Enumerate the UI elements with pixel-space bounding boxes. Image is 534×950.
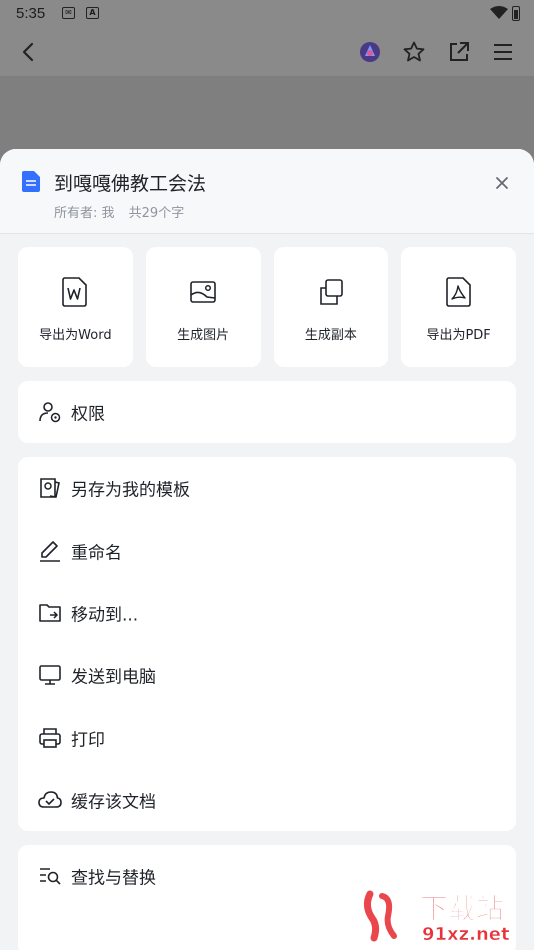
app-bar [0, 28, 534, 77]
tile-label: 导出为PDF [426, 328, 491, 343]
status-time: 5:35 [16, 5, 46, 22]
send-to-computer-row[interactable]: 发送到电脑 [18, 644, 516, 706]
doc-file-icon [22, 171, 40, 192]
word-icon [62, 277, 88, 307]
ai-assistant-icon[interactable] [358, 40, 382, 64]
save-as-template-row[interactable]: 另存为我的模板 [18, 457, 516, 519]
row-label: 打印 [71, 730, 105, 751]
move-to-row[interactable]: 移动到... [18, 582, 516, 644]
actions-card: 另存为我的模板 重命名 移动到... 发送到电脑 打印 缓存该文档 [18, 457, 516, 831]
message-notification-icon: ✉ [62, 7, 75, 19]
watermark-domain: 91xz.net [422, 924, 510, 945]
site-watermark-logo: 下载站 91xz.net [363, 890, 510, 945]
permission-row[interactable]: 权限 [18, 381, 516, 443]
monitor-icon [39, 665, 61, 686]
document-title: 到嘎嘎佛教工会法 [54, 173, 207, 195]
app-notification-icon: A [86, 7, 99, 19]
document-word-count: 共29个字 [128, 206, 185, 221]
row-label: 重命名 [71, 543, 122, 564]
status-bar: 5:35 ✉ A [0, 0, 534, 28]
watermark-brand: 下载站 [420, 892, 504, 925]
make-copy-button[interactable]: 生成副本 [273, 247, 389, 367]
menu-icon[interactable] [491, 40, 515, 64]
find-replace-icon [40, 868, 61, 885]
template-icon [40, 478, 60, 499]
export-pdf-button[interactable]: 导出为PDF [401, 247, 516, 367]
wifi-icon [490, 6, 508, 19]
sheet-header: 到嘎嘎佛教工会法 所有者: 我 共29个字 [0, 149, 534, 234]
row-label: 移动到... [71, 605, 139, 626]
star-icon[interactable] [402, 40, 426, 64]
user-settings-icon [39, 402, 61, 423]
row-label: 缓存该文档 [71, 792, 156, 813]
permission-card: 权限 [18, 381, 516, 443]
close-button[interactable] [488, 169, 516, 197]
document-meta: 所有者: 我 共29个字 [54, 202, 194, 221]
rename-row[interactable]: 重命名 [18, 519, 516, 581]
battery-icon [512, 6, 520, 21]
document-more-sheet: 到嘎嘎佛教工会法 所有者: 我 共29个字 导出为Word 生成图片 生成副本 … [0, 149, 534, 950]
print-row[interactable]: 打印 [18, 707, 516, 769]
back-arrow-icon[interactable] [17, 40, 41, 64]
cloud-check-icon [38, 791, 62, 808]
share-icon[interactable] [447, 40, 471, 64]
folder-move-icon [39, 604, 61, 622]
image-icon [190, 281, 216, 303]
row-label: 查找与替换 [71, 868, 156, 889]
document-owner: 所有者: 我 [54, 206, 115, 221]
quick-actions: 导出为Word 生成图片 生成副本 导出为PDF [18, 247, 516, 367]
row-label: 另存为我的模板 [71, 480, 190, 501]
pencil-icon [40, 540, 60, 562]
copy-icon [320, 279, 343, 305]
tile-label: 导出为Word [39, 328, 112, 343]
row-label: 权限 [71, 404, 105, 425]
generate-image-button[interactable]: 生成图片 [145, 247, 261, 367]
pdf-icon [445, 277, 471, 307]
close-icon [496, 177, 508, 189]
row-label: 发送到电脑 [71, 667, 156, 688]
tile-label: 生成图片 [177, 328, 230, 343]
tile-label: 生成副本 [304, 328, 357, 343]
printer-icon [39, 727, 61, 748]
cache-document-row[interactable]: 缓存该文档 [18, 769, 516, 831]
export-word-button[interactable]: 导出为Word [18, 247, 133, 367]
